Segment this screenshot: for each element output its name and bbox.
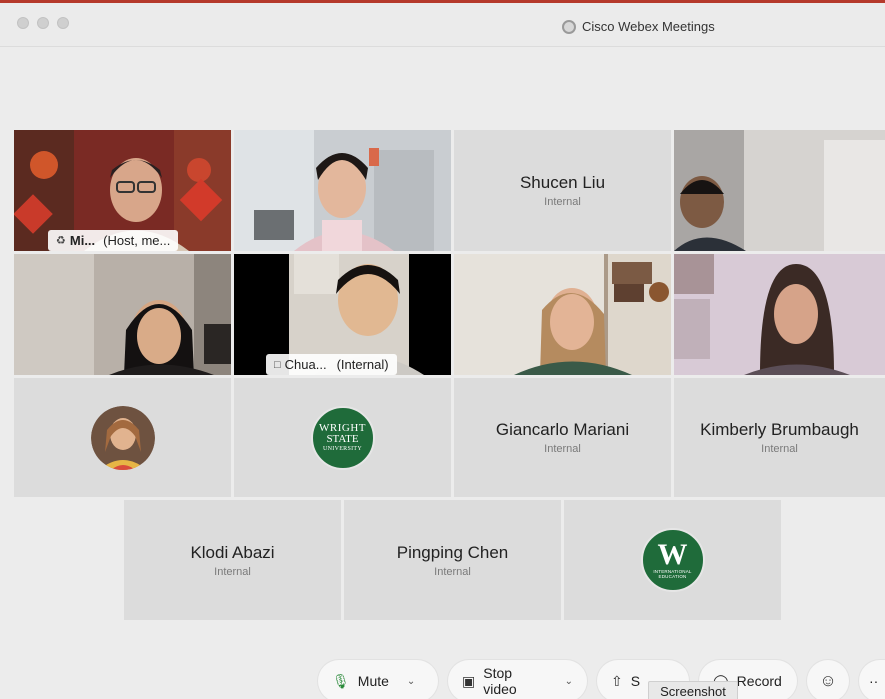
more-icon: ·· bbox=[869, 673, 879, 689]
participant-role: Internal bbox=[761, 443, 798, 455]
participant-video bbox=[14, 254, 231, 375]
video-tile-chua[interactable]: □ Chua... (Internal) bbox=[234, 254, 451, 375]
video-tile-mi[interactable]: ♻ Mi... (Host, me... bbox=[14, 130, 231, 251]
minimize-window-button[interactable] bbox=[37, 17, 49, 29]
webex-logo-icon bbox=[562, 19, 576, 34]
video-tile-8[interactable] bbox=[674, 254, 885, 375]
avatar-tile-9[interactable] bbox=[14, 378, 231, 497]
smiley-icon: ☺ bbox=[819, 671, 837, 690]
participant-video bbox=[674, 130, 885, 251]
participant-video bbox=[234, 130, 451, 251]
participant-name: Shucen Liu bbox=[519, 173, 606, 192]
name-tile-pingping[interactable]: Pingping Chen Internal bbox=[344, 500, 561, 620]
participant-name: Pingping Chen bbox=[396, 542, 509, 562]
international-education-logo: W INTERNATIONAL EDUCATION bbox=[640, 528, 705, 592]
participant-role: Internal bbox=[214, 565, 251, 578]
video-tile-7[interactable] bbox=[454, 254, 671, 375]
name-tile-klodi[interactable]: Klodi Abazi Internal bbox=[124, 500, 341, 620]
video-tile-4[interactable] bbox=[674, 130, 885, 251]
participant-label: ♻ Mi... (Host, me... bbox=[48, 230, 179, 251]
participant-video bbox=[674, 254, 885, 375]
chevron-down-icon[interactable]: ⌄ bbox=[565, 676, 573, 687]
participant-role: Internal bbox=[434, 565, 471, 578]
close-window-button[interactable] bbox=[17, 17, 29, 29]
video-tile-5[interactable] bbox=[14, 254, 231, 375]
window-title: Cisco Webex Meetings bbox=[562, 19, 715, 34]
video-tile-2[interactable] bbox=[234, 130, 451, 251]
logo-tile-wright-state[interactable]: WRIGHT STATE UNIVERSITY bbox=[234, 378, 451, 497]
participant-role: Internal bbox=[544, 196, 581, 208]
wright-state-logo: WRIGHT STATE UNIVERSITY bbox=[310, 405, 375, 470]
name-tile-shucen[interactable]: Shucen Liu Internal bbox=[454, 130, 671, 251]
chevron-down-icon[interactable]: ⌄ bbox=[407, 676, 415, 687]
participant-avatar bbox=[90, 405, 155, 470]
screen-share-icon: □ bbox=[274, 358, 281, 371]
window-controls bbox=[17, 17, 69, 29]
host-icon: ♻ bbox=[56, 235, 66, 247]
participant-name: Klodi Abazi bbox=[190, 542, 275, 562]
webex-window: Cisco Webex Meetings ♻ Mi... (Host, me..… bbox=[0, 0, 885, 699]
zoom-window-button[interactable] bbox=[57, 17, 69, 29]
reactions-button[interactable]: ☺ bbox=[807, 660, 849, 699]
screenshot-tooltip: Screenshot bbox=[648, 681, 738, 699]
name-tile-giancarlo[interactable]: Giancarlo Mariani Internal bbox=[454, 378, 671, 497]
microphone-icon: 🎙 bbox=[332, 672, 350, 689]
participant-role: Internal bbox=[544, 443, 581, 455]
video-camera-icon: ▣ bbox=[462, 672, 476, 689]
more-options-button[interactable]: ·· bbox=[859, 660, 885, 699]
mute-button[interactable]: 🎙 Mute ⌄ bbox=[318, 660, 438, 699]
participant-video bbox=[454, 254, 671, 375]
logo-tile-international-education[interactable]: W INTERNATIONAL EDUCATION bbox=[564, 500, 781, 620]
participant-name: Kimberly Brumbaugh bbox=[700, 420, 859, 439]
meeting-controls: 🎙 Mute ⌄ ▣ Stop video ⌄ ⇧ S ◯ Record ☺ ·… bbox=[0, 648, 885, 699]
name-tile-kimberly[interactable]: Kimberly Brumbaugh Internal bbox=[674, 378, 885, 497]
share-icon: ⇧ bbox=[611, 672, 623, 689]
stop-video-button[interactable]: ▣ Stop video ⌄ bbox=[448, 660, 587, 699]
participant-label: □ Chua... (Internal) bbox=[266, 354, 397, 375]
title-bar: Cisco Webex Meetings bbox=[0, 3, 885, 47]
participant-name: Giancarlo Mariani bbox=[495, 420, 630, 439]
